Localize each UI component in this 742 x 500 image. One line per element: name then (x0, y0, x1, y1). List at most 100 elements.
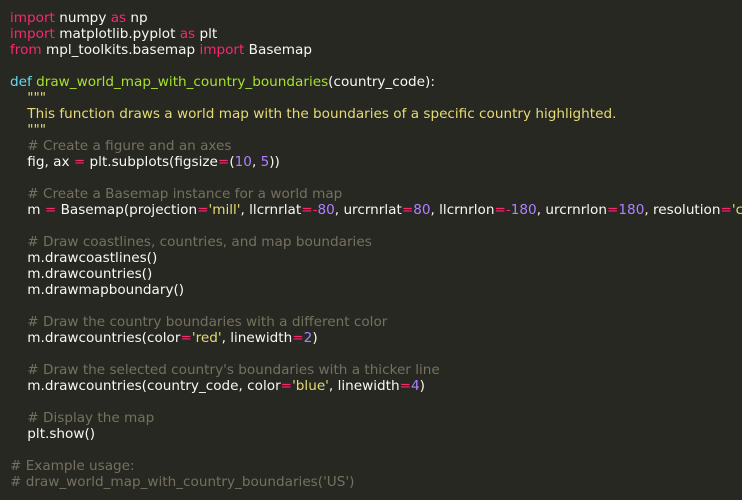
code-token: ) (419, 378, 425, 394)
code-token: m.drawcountries(country_code, color (10, 378, 281, 394)
code-token: = (401, 202, 414, 218)
code-token: = (180, 330, 192, 346)
code-token: # Example usage: (10, 458, 135, 474)
code-token: numpy (54, 10, 111, 26)
code-token: = (73, 154, 86, 170)
code-token: =- (301, 202, 318, 218)
code-token: """ (10, 122, 47, 138)
code-token: = (197, 202, 209, 218)
code-token: # Create a figure and an axes (10, 138, 232, 154)
code-line: """ (10, 122, 742, 138)
code-token: from (10, 42, 42, 58)
code-token: m.drawcountries(color (10, 330, 181, 346)
code-token: , urcrnrlon (536, 202, 607, 218)
code-token: def (10, 74, 32, 90)
code-line: fig, ax = plt.subplots(figsize=(10, 5)) (10, 154, 742, 170)
code-token: , linewidth (328, 378, 400, 394)
code-token: # Draw the selected country's boundaries… (10, 362, 440, 378)
code-line: m.drawcountries(country_code, color='blu… (10, 378, 742, 394)
code-token: ) (312, 330, 318, 346)
code-token: 'red' (191, 330, 222, 346)
code-token: = (292, 330, 304, 346)
code-token: This function draws a world map with the… (10, 106, 617, 122)
code-line: m.drawcountries() (10, 266, 742, 282)
code-token: # Create a Basemap instance for a world … (10, 186, 343, 202)
code-line: # Draw coastlines, countries, and map bo… (10, 234, 742, 250)
code-token: = (44, 202, 57, 218)
code-token: , llcrnrlat (240, 202, 302, 218)
code-token: = (399, 378, 411, 394)
code-line: # draw_world_map_with_country_boundaries… (10, 474, 742, 490)
code-line: # Example usage: (10, 458, 742, 474)
code-token: m (10, 202, 45, 218)
code-token: """ (10, 90, 47, 106)
code-line: import matplotlib.pyplot as plt (10, 26, 742, 42)
code-token: = (720, 202, 732, 218)
code-token: m.drawcountries() (10, 266, 153, 282)
code-line: # Create a Basemap instance for a world … (10, 186, 742, 202)
code-line: # Create a figure and an axes (10, 138, 742, 154)
code-token: # Draw coastlines, countries, and map bo… (10, 234, 372, 250)
code-token: 80 (413, 202, 431, 218)
code-token: import (10, 26, 55, 42)
code-token: np (126, 10, 148, 26)
code-line: from mpl_toolkits.basemap import Basemap (10, 42, 742, 58)
code-token: # Display the map (10, 410, 155, 426)
code-token: plt (195, 26, 218, 42)
code-token: 'blue' (292, 378, 329, 394)
code-token: plt.subplots(figsize (85, 154, 218, 170)
code-token: # Draw the country boundaries with a dif… (10, 314, 388, 330)
code-token: = (280, 378, 293, 394)
code-token: 5 (260, 154, 270, 170)
code-token: = (217, 154, 230, 170)
code-line: m.drawcountries(color='red', linewidth=2… (10, 330, 742, 346)
code-token: mpl_toolkits.basemap (41, 42, 200, 58)
code-token: =- (494, 202, 511, 218)
code-token: , (251, 154, 261, 170)
code-token: = (607, 202, 619, 218)
code-token: fig, ax (10, 154, 74, 170)
code-line: This function draws a world map with the… (10, 106, 742, 122)
code-token: 2 (303, 330, 313, 346)
code-line: m.drawmapboundary() (10, 282, 742, 298)
code-token: , llcrnrlon (430, 202, 495, 218)
code-line: # Draw the selected country's boundaries… (10, 362, 742, 378)
code-token: (country_code): (328, 74, 435, 90)
code-line: m.drawcoastlines() (10, 250, 742, 266)
code-token: as (179, 26, 196, 42)
code-token: matplotlib.pyplot (54, 26, 180, 42)
code-token: draw_world_map_with_country_boundaries (36, 74, 329, 90)
code-token: m.drawmapboundary() (10, 282, 185, 298)
code-token: , linewidth (221, 330, 293, 346)
code-token: plt.show() (10, 426, 96, 442)
code-token: , resolution (644, 202, 721, 218)
code-token: Basemap (244, 42, 312, 58)
code-token: , urcrnrlat (334, 202, 402, 218)
code-token: import (199, 42, 245, 58)
code-line: # Draw the country boundaries with a dif… (10, 314, 742, 330)
code-token: 'c' (731, 202, 742, 218)
code-token: Basemap(projection (56, 202, 198, 218)
code-token: m.drawcoastlines() (10, 250, 158, 266)
code-line: plt.show() (10, 426, 742, 442)
code-line: def draw_world_map_with_country_boundari… (10, 74, 742, 90)
code-line: # Display the map (10, 410, 742, 426)
code-token: 10 (234, 154, 252, 170)
code-token: 180 (510, 202, 537, 218)
code-token: import (10, 10, 55, 26)
code-token: 80 (317, 202, 335, 218)
code-token: 180 (618, 202, 645, 218)
code-token: as (110, 10, 127, 26)
code-token: 4 (410, 378, 420, 394)
code-editor[interactable]: import numpy as np import matplotlib.pypl… (10, 10, 742, 500)
code-token: # draw_world_map_with_country_boundaries… (10, 474, 355, 490)
code-token: )) (269, 154, 280, 170)
code-line: import numpy as np (10, 10, 742, 26)
